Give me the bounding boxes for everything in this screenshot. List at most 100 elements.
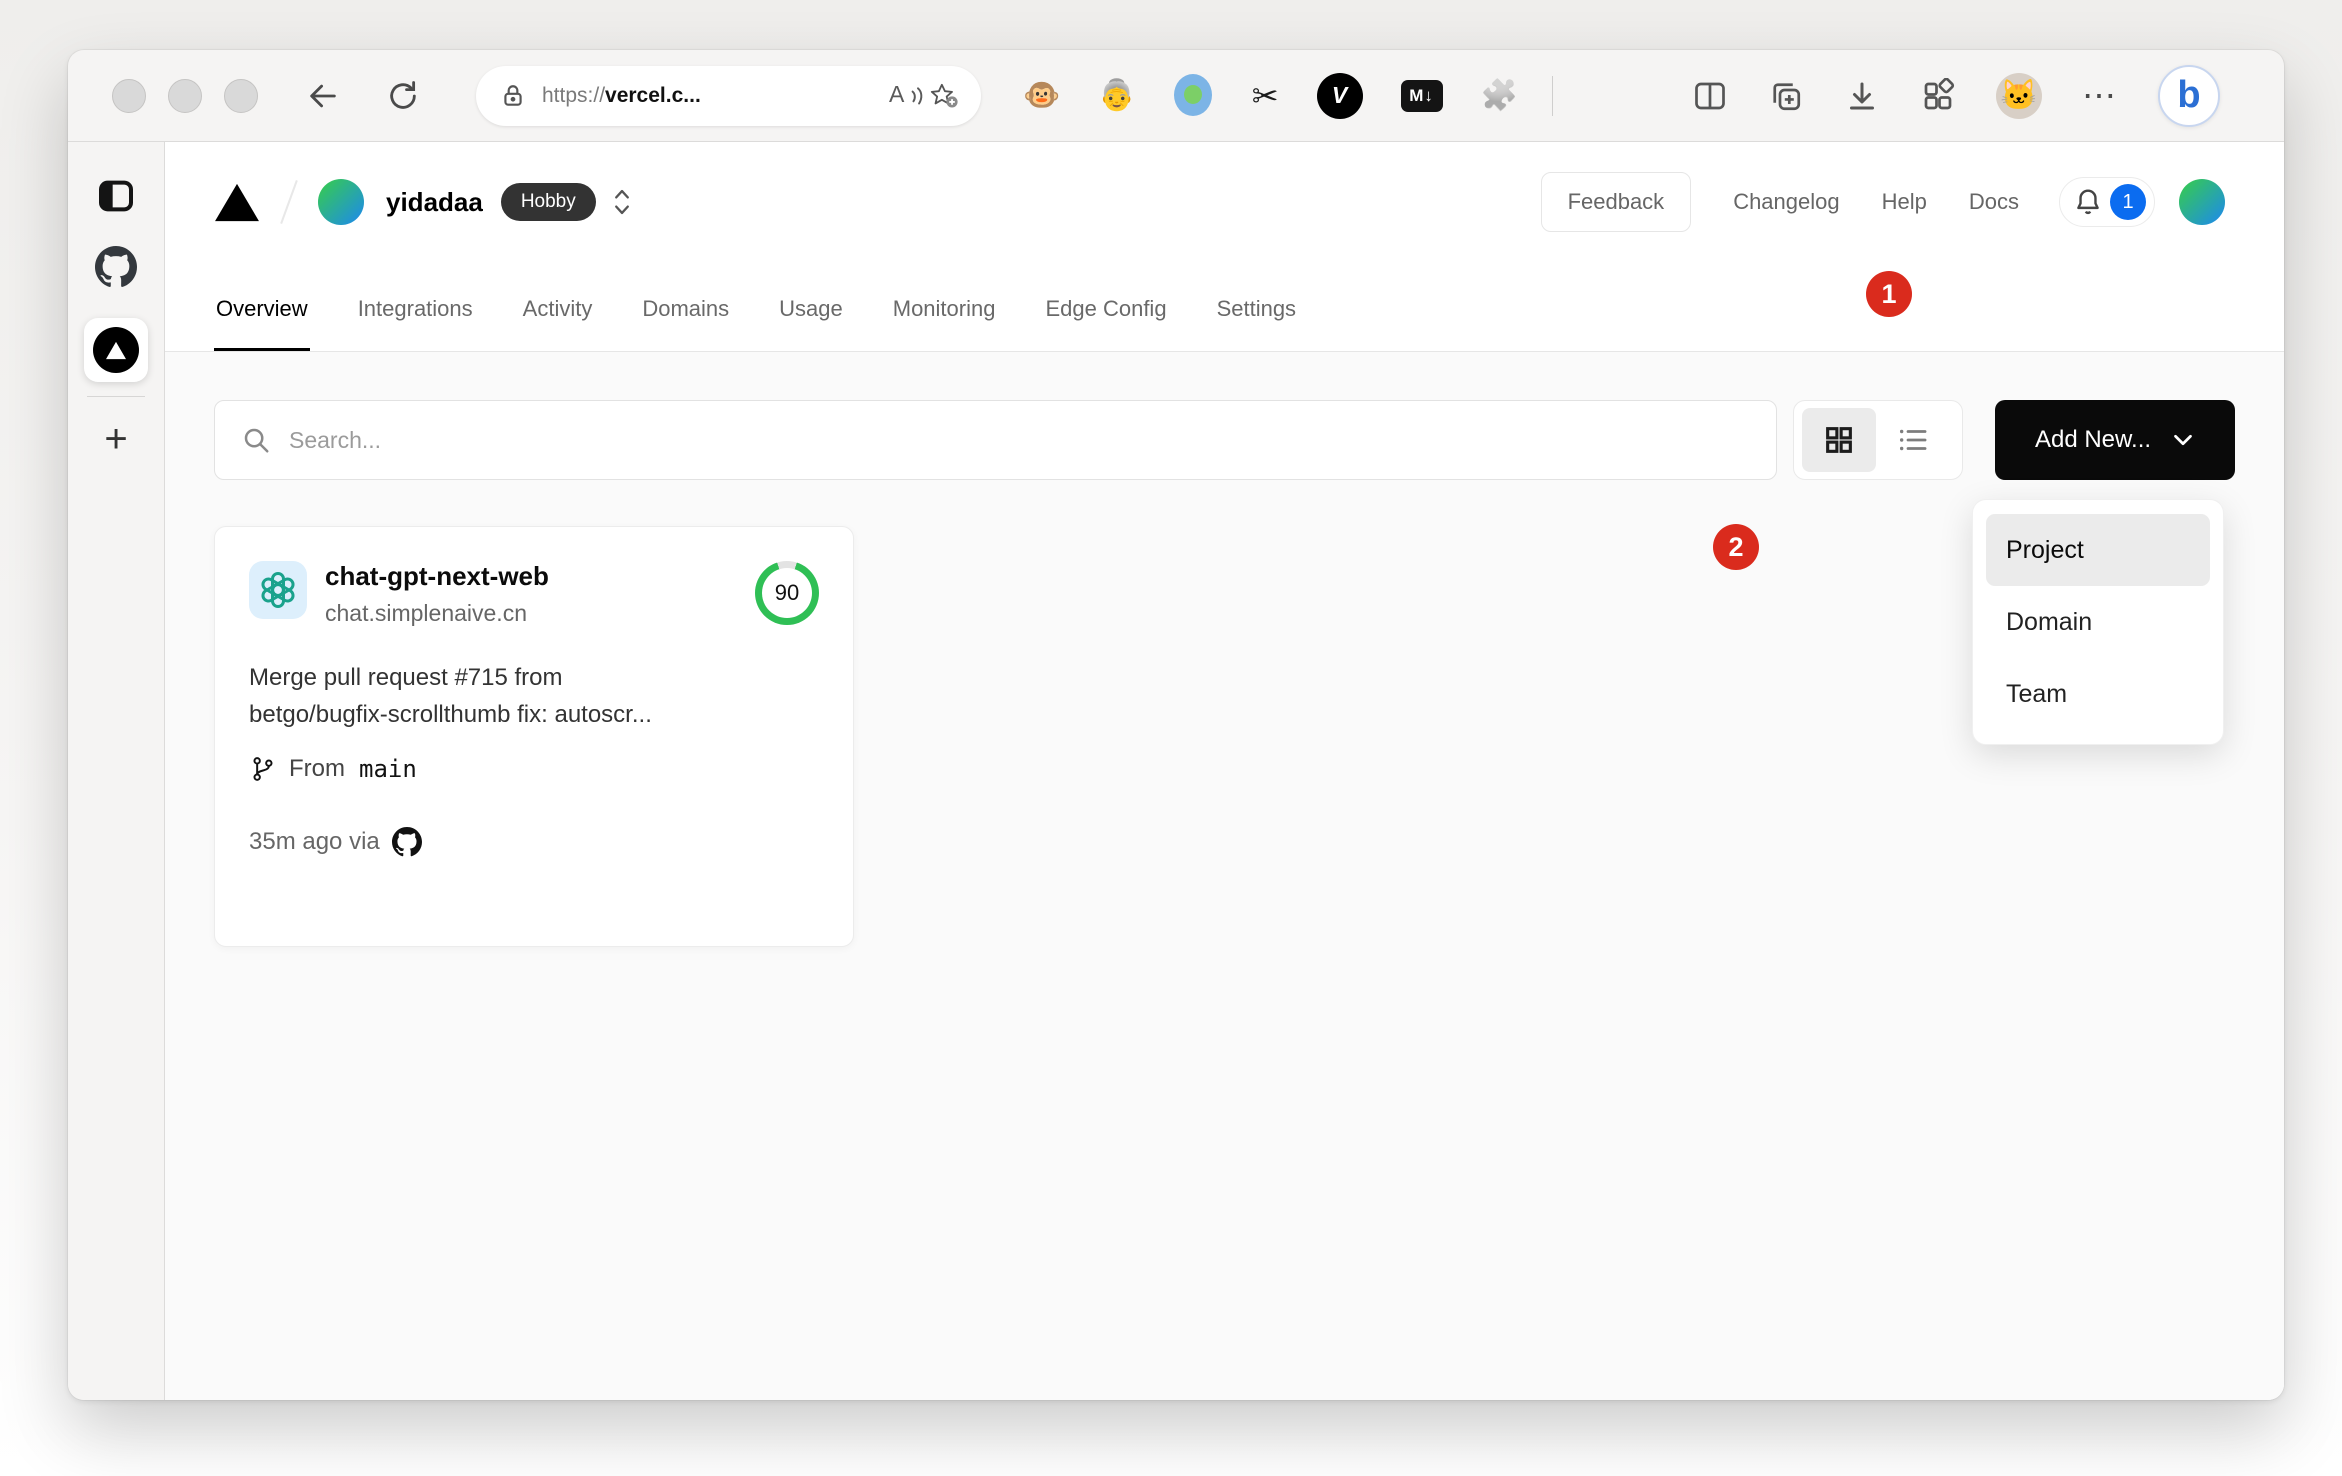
toolbar-divider	[1551, 75, 1553, 116]
refresh-icon	[390, 80, 416, 109]
vertical-tab-rail: +	[68, 142, 165, 1400]
breadcrumb-slash	[280, 180, 298, 224]
notifications-button[interactable]: 1	[2059, 177, 2155, 227]
close-window-button[interactable]	[112, 78, 146, 113]
add-new-label: Add New...	[2034, 426, 2152, 453]
list-view-icon	[1899, 429, 1927, 451]
split-screen-icon	[1695, 82, 1725, 109]
scope-switcher-button[interactable]	[612, 187, 632, 217]
tab-vercel-active[interactable]	[84, 318, 148, 382]
collections-button[interactable]	[1768, 78, 1804, 114]
read-aloud-button[interactable]: A	[889, 81, 929, 111]
bell-icon	[2077, 189, 2099, 215]
tab-overview[interactable]: Overview	[214, 296, 310, 351]
back-icon	[310, 84, 336, 107]
search-input[interactable]	[289, 426, 1750, 454]
git-branch-icon	[253, 757, 273, 781]
tab-github[interactable]	[95, 246, 137, 288]
browser-window: https:// vercel.c... A 🐵 👵 2 ✂ V M↓ 🧩	[68, 50, 2284, 1400]
search-icon	[244, 428, 269, 453]
new-tab-button[interactable]: +	[104, 419, 127, 459]
markdown-extension-icon[interactable]: M↓	[1400, 79, 1443, 112]
branch-row: From main	[249, 755, 819, 783]
project-card[interactable]: chat-gpt-next-web chat.simplenaive.cn 90…	[214, 526, 854, 947]
tab-usage[interactable]: Usage	[777, 296, 845, 351]
collections-icon	[1773, 82, 1801, 110]
branch-name: main	[359, 755, 417, 783]
split-screen-button[interactable]	[1692, 78, 1728, 114]
translate-extension-inner	[1183, 84, 1202, 104]
search-box	[214, 400, 1777, 480]
rail-divider	[87, 396, 145, 397]
notification-count-badge: 1	[2110, 184, 2146, 220]
grid-view-button[interactable]	[1802, 408, 1876, 472]
extension-area: 🐵 👵 2 ✂ V M↓ 🧩	[1023, 72, 1518, 119]
menu-item-project[interactable]: Project	[1986, 514, 2210, 586]
feedback-button[interactable]: Feedback	[1540, 172, 1692, 232]
add-favorite-button[interactable]	[929, 82, 959, 109]
sidebar-toggle-icon	[99, 180, 133, 212]
zoom-window-button[interactable]	[224, 78, 258, 113]
translate-extension-icon[interactable]: 2	[1173, 73, 1214, 118]
menu-item-domain[interactable]: Domain	[1986, 586, 2210, 658]
tampermonkey-extension-icon[interactable]: 🐵	[1023, 80, 1060, 111]
select-chevrons-icon	[614, 189, 629, 215]
tab-activity[interactable]: Activity	[521, 296, 595, 351]
grid-view-icon	[1826, 427, 1852, 453]
project-name: chat-gpt-next-web	[325, 561, 549, 591]
browser-body: + yidadaa Hobby Feedback Changelog Help …	[68, 142, 2284, 1400]
tab-settings[interactable]: Settings	[1215, 296, 1299, 351]
plus-icon: +	[104, 417, 128, 461]
project-meta: chat-gpt-next-web chat.simplenaive.cn	[325, 561, 549, 627]
changelog-link[interactable]: Changelog	[1733, 189, 1839, 215]
annotation-step-1: 1	[1866, 271, 1912, 317]
minimize-window-button[interactable]	[168, 78, 202, 113]
v-extension-icon[interactable]: V	[1316, 72, 1363, 119]
sound-waves-icon	[911, 87, 923, 105]
browser-menu-button[interactable]: ⋯	[2082, 76, 2118, 116]
scissors-extension-icon[interactable]: ✂	[1252, 80, 1279, 112]
view-switcher	[1793, 400, 1963, 480]
download-icon	[1850, 82, 1874, 109]
add-new-button[interactable]: Add New...	[1995, 400, 2235, 480]
docs-link[interactable]: Docs	[1969, 189, 2019, 215]
tab-edge-config[interactable]: Edge Config	[1043, 296, 1168, 351]
toggle-vertical-tabs-button[interactable]	[96, 176, 136, 216]
commit-message: Merge pull request #715 from betgo/bugfi…	[249, 659, 819, 733]
vercel-tabs: Overview Integrations Activity Domains U…	[165, 262, 2284, 351]
tab-domains[interactable]: Domains	[640, 296, 731, 351]
apps-button[interactable]	[1920, 77, 1956, 114]
refresh-button[interactable]	[386, 79, 420, 113]
downloads-button[interactable]	[1844, 78, 1880, 114]
vercel-header: yidadaa Hobby Feedback Changelog Help Do…	[165, 142, 2284, 262]
github-icon	[95, 246, 137, 287]
tab-monitoring[interactable]: Monitoring	[891, 296, 998, 351]
list-view-button[interactable]	[1876, 408, 1950, 472]
browser-toolbar: https:// vercel.c... A 🐵 👵 2 ✂ V M↓ 🧩	[68, 50, 2284, 142]
help-link[interactable]: Help	[1882, 189, 1927, 215]
bing-chat-button[interactable]: b	[2158, 64, 2220, 127]
back-button[interactable]	[306, 79, 340, 113]
plan-badge: Hobby	[500, 183, 596, 221]
address-bar[interactable]: https:// vercel.c... A	[476, 65, 981, 126]
toolbar-right: 🐱 ⋯ b	[1692, 64, 2220, 127]
user-avatar[interactable]	[2179, 179, 2225, 225]
browser-profile-avatar[interactable]: 🐱	[1996, 72, 2042, 119]
apps-grid-icon	[1924, 77, 1955, 109]
traffic-lights	[112, 78, 258, 113]
vercel-triangle-icon	[106, 341, 126, 360]
deploy-meta: 35m ago via	[249, 827, 819, 857]
annotation-step-2: 2	[1713, 524, 1759, 570]
menu-item-team[interactable]: Team	[1986, 658, 2210, 730]
read-aloud-icon: A	[889, 80, 905, 107]
url-scheme: https://	[542, 83, 606, 107]
vercel-logo[interactable]	[214, 181, 260, 223]
translate-person-extension-icon[interactable]: 👵	[1098, 80, 1135, 111]
chevron-down-icon	[2174, 434, 2192, 446]
github-icon	[391, 827, 422, 857]
tab-integrations[interactable]: Integrations	[356, 296, 475, 351]
deploy-time: 35m ago via	[249, 828, 380, 855]
extensions-puzzle-icon[interactable]: 🧩	[1481, 80, 1518, 111]
vercel-favicon	[93, 327, 139, 373]
project-domain[interactable]: chat.simplenaive.cn	[325, 600, 549, 627]
